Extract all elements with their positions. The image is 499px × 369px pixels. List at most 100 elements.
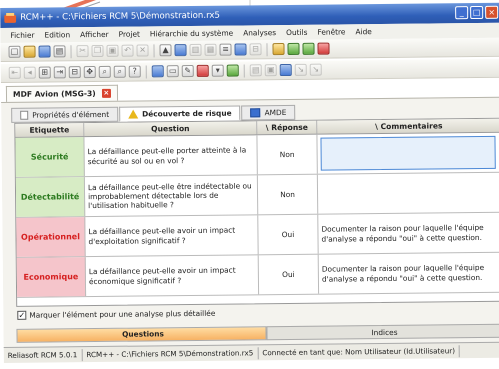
- table-row[interactable]: Détectabilité La défaillance peut-elle ê…: [15, 172, 499, 218]
- menu-outils[interactable]: Outils: [286, 28, 307, 37]
- answer-cell[interactable]: Oui: [258, 214, 319, 255]
- chart-icon[interactable]: ▥: [189, 43, 202, 57]
- menu-aide[interactable]: Aide: [355, 27, 371, 36]
- menu-edition[interactable]: Edition: [44, 30, 70, 39]
- status-user: Connecté en tant que: Nom Utilisateur (I…: [258, 344, 461, 359]
- menu-analyses[interactable]: Analyses: [243, 28, 276, 37]
- app-icon: [4, 12, 17, 23]
- tool-e-icon[interactable]: [226, 64, 239, 77]
- move-icon[interactable]: ✥: [83, 66, 96, 79]
- maximize-button[interactable]: □: [470, 5, 484, 20]
- minimize-button[interactable]: _: [455, 6, 469, 20]
- dropdown-icon[interactable]: ▾: [211, 64, 224, 77]
- tree-icon[interactable]: [287, 42, 300, 55]
- table-row[interactable]: Opérationnel La défaillance peut-elle av…: [16, 212, 499, 258]
- tool-a-icon[interactable]: [151, 65, 164, 78]
- comment-cell[interactable]: [317, 133, 499, 174]
- help-icon[interactable]: [317, 42, 330, 55]
- nav-prev-icon[interactable]: ◂: [23, 66, 36, 79]
- report-icon[interactable]: ▦: [204, 43, 217, 56]
- question-cell: La défaillance peut-elle porter atteinte…: [84, 135, 258, 177]
- filter-icon[interactable]: ⊟: [249, 43, 262, 56]
- collapse-icon[interactable]: ⊟: [68, 66, 81, 79]
- toolbar-separator: [70, 44, 72, 58]
- tool-d-icon[interactable]: [196, 64, 209, 77]
- tool-i-icon[interactable]: ↘: [294, 63, 307, 76]
- close-button[interactable]: ×: [485, 5, 499, 19]
- bottom-tab-strip: Questions Indices: [16, 323, 499, 343]
- status-version: Reliasoft RCM 5.0.1: [3, 348, 83, 362]
- status-file: RCM++ - C:\Fichiers RCM 5\Démonstration.…: [82, 346, 259, 361]
- tool-c-icon[interactable]: ✎: [181, 64, 194, 78]
- question-cell: La défaillance peut-elle être indétectab…: [84, 175, 259, 217]
- tab-decouverte-risque[interactable]: Découverte de risque: [119, 105, 241, 122]
- menu-fichier[interactable]: Fichier: [10, 31, 34, 40]
- comment-cell[interactable]: [318, 173, 499, 214]
- tab-proprietes[interactable]: Propriétés d'élément: [11, 106, 119, 123]
- warn-icon[interactable]: [272, 43, 285, 56]
- tab-indices[interactable]: Indices: [266, 323, 499, 341]
- question-cell: La défaillance peut-elle avoir un impact…: [85, 255, 260, 297]
- comment-cell[interactable]: Documenter la raison pour laquelle l'équ…: [319, 253, 499, 294]
- tab-decouverte-label: Découverte de risque: [142, 108, 232, 119]
- answer-cell[interactable]: Non: [257, 174, 319, 215]
- tool-f-icon[interactable]: ▤: [249, 64, 262, 77]
- detailed-analysis-checkbox[interactable]: ✓: [17, 310, 27, 320]
- risk-grid: Etiquette Question \ Réponse \ Commentai…: [14, 117, 499, 307]
- question-cell: La défaillance peut-elle avoir un impact…: [85, 215, 259, 257]
- up-icon[interactable]: ▲: [159, 44, 172, 57]
- tab-questions[interactable]: Questions: [16, 326, 267, 343]
- tree-view-icon[interactable]: ≡: [219, 43, 232, 56]
- find-prev-icon[interactable]: ?: [128, 65, 141, 78]
- comment-cell[interactable]: Documenter la raison pour laquelle l'équ…: [318, 213, 499, 254]
- comment-input[interactable]: [320, 135, 496, 171]
- menu-fenetre[interactable]: Fenêtre: [317, 27, 345, 36]
- application-window: RCM++ - C:\Fichiers RCM 5\Démonstration.…: [0, 0, 499, 369]
- cut-icon[interactable]: ✂: [76, 45, 89, 58]
- header-reponse[interactable]: \ Réponse: [257, 120, 318, 136]
- table-icon[interactable]: [174, 44, 187, 57]
- amde-icon: [250, 108, 261, 118]
- undo-icon[interactable]: ↶: [121, 44, 134, 57]
- indent-icon[interactable]: ⇥: [53, 66, 66, 79]
- document-tab[interactable]: MDF Avion (MSG-3) ×: [5, 84, 118, 102]
- new-icon[interactable]: □: [8, 45, 21, 58]
- nav-first-icon[interactable]: ⇤: [8, 66, 21, 79]
- menu-projet[interactable]: Projet: [119, 30, 140, 39]
- close-document-icon[interactable]: ×: [101, 88, 111, 98]
- properties-icon: [20, 110, 29, 120]
- tab-amde[interactable]: AMDE: [241, 104, 296, 121]
- label-detectabilite: Détectabilité: [15, 177, 86, 217]
- table-row[interactable]: Sécurité La défaillance peut-elle porter…: [15, 132, 499, 178]
- warning-icon: [128, 109, 139, 119]
- toolbar-separator: [153, 43, 155, 57]
- expand-icon[interactable]: ⊞: [38, 66, 51, 79]
- toolbar-separator: [266, 42, 268, 56]
- save-icon[interactable]: [38, 45, 51, 58]
- menu-hierarchie[interactable]: Hiérarchie du système: [150, 29, 233, 39]
- tool-b-icon[interactable]: ▭: [166, 65, 179, 78]
- copy-icon[interactable]: ❐: [91, 44, 104, 58]
- open-icon[interactable]: [23, 45, 36, 58]
- toolbar-separator: [243, 63, 245, 77]
- header-etiquette[interactable]: Etiquette: [15, 123, 85, 138]
- tool-g-icon[interactable]: ▣: [264, 64, 277, 77]
- standard-toolbar: □ ▤ ✂ ❐ ▣ ↶ ✕ ▲ ▥ ▦ ≡ ⊟: [0, 37, 499, 62]
- table-row[interactable]: Economique La défaillance peut-elle avoi…: [16, 252, 499, 298]
- paste-icon[interactable]: ▣: [106, 44, 119, 57]
- find-next-icon[interactable]: ⌕: [113, 65, 126, 78]
- search-icon[interactable]: ⌕: [98, 65, 111, 78]
- answer-cell[interactable]: Oui: [258, 254, 320, 295]
- label-economique: Economique: [16, 257, 87, 297]
- print-icon[interactable]: ▤: [53, 45, 66, 58]
- grid-icon[interactable]: [234, 43, 247, 56]
- detailed-analysis-label: Marquer l'élément pour une analyse plus …: [29, 308, 216, 320]
- tab-amde-label: AMDE: [264, 108, 287, 118]
- answer-cell[interactable]: Non: [257, 134, 318, 175]
- tool-j-icon[interactable]: ↘: [309, 63, 322, 76]
- network-icon[interactable]: [302, 42, 315, 55]
- delete-icon[interactable]: ✕: [136, 44, 149, 57]
- tool-h-icon[interactable]: [279, 63, 292, 77]
- menu-afficher[interactable]: Afficher: [80, 30, 109, 39]
- label-securite: Sécurité: [15, 137, 85, 177]
